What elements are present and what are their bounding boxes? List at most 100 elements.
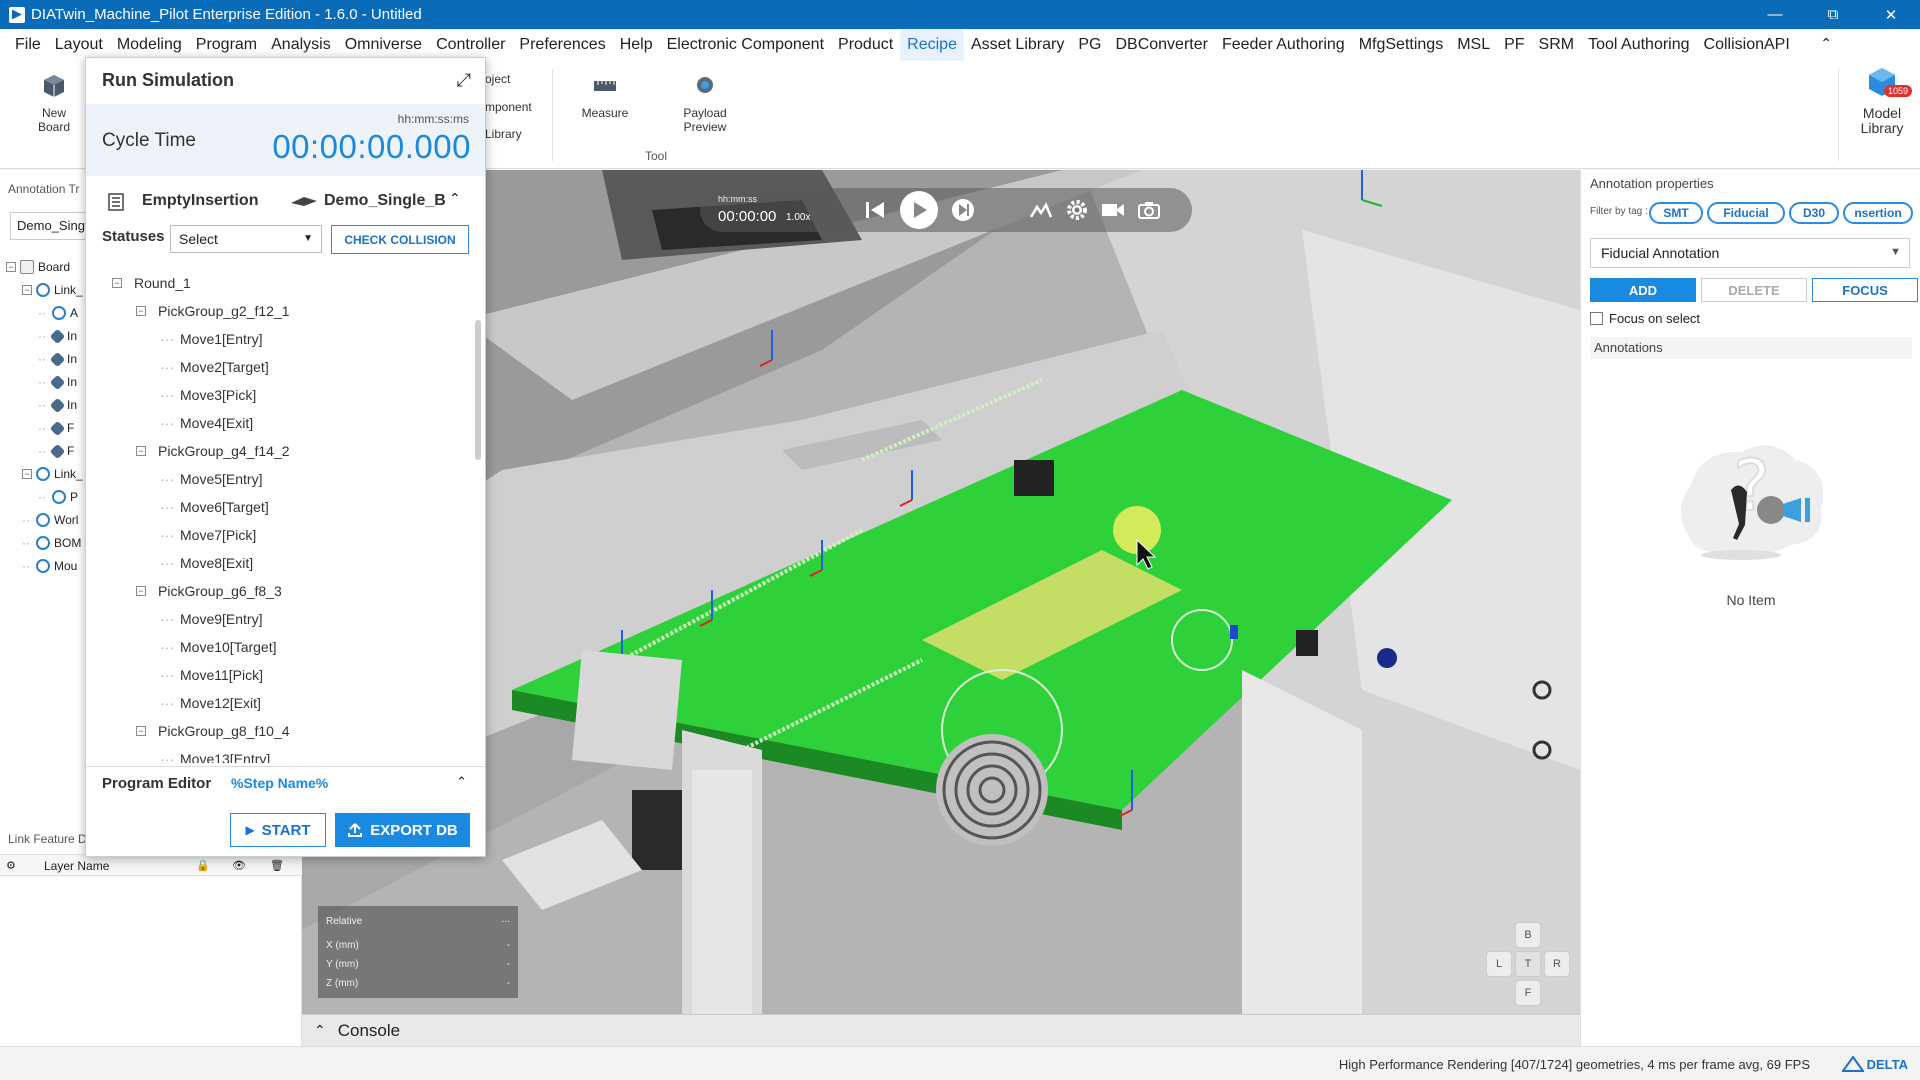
menu-file[interactable]: File bbox=[8, 29, 48, 61]
tree-item[interactable]: ·· A bbox=[38, 306, 78, 320]
step-tree-move[interactable]: ··· Move11[Pick] bbox=[160, 667, 263, 683]
tree-item[interactable]: ·· In bbox=[38, 328, 77, 344]
menu-asset-library[interactable]: Asset Library bbox=[964, 29, 1071, 61]
menu-preferences[interactable]: Preferences bbox=[512, 29, 612, 61]
export-db-button[interactable]: EXPORT DB bbox=[335, 813, 470, 847]
chevron-up-icon[interactable]: ⌃ bbox=[314, 1022, 326, 1039]
tree-item[interactable]: ·· Worl bbox=[22, 513, 78, 527]
coord-menu-dots[interactable]: ... bbox=[502, 914, 510, 925]
delete-annotation-button[interactable]: DELETE bbox=[1701, 278, 1807, 302]
tree-item[interactable]: ·· Mou bbox=[22, 559, 77, 573]
check-collision-button[interactable]: CHECK COLLISION bbox=[331, 225, 469, 254]
board-combo[interactable]: Demo_Sing bbox=[10, 212, 90, 240]
settings-button[interactable] bbox=[1062, 195, 1092, 225]
annotation-type-select[interactable]: Fiducial Annotation ▼ bbox=[1590, 238, 1910, 268]
step-tree-move[interactable]: ··· Move6[Target] bbox=[160, 499, 269, 515]
menu-feeder-authoring[interactable]: Feeder Authoring bbox=[1215, 29, 1352, 61]
chevron-up-icon[interactable]: ⌃ bbox=[449, 190, 461, 207]
menu-electronic-component[interactable]: Electronic Component bbox=[660, 29, 831, 61]
step-tree-group[interactable]: − PickGroup_g6_f8_3 bbox=[136, 583, 282, 599]
step-tree-group[interactable]: − Round_1 bbox=[112, 275, 191, 291]
add-annotation-button[interactable]: ADD bbox=[1590, 278, 1696, 302]
payload-preview-button[interactable]: Payload Preview bbox=[680, 73, 730, 134]
step-tree-move[interactable]: ··· Move2[Target] bbox=[160, 359, 269, 375]
tree-collapse-toggle[interactable]: − bbox=[136, 586, 146, 596]
tree-item[interactable]: ·· In bbox=[38, 374, 77, 390]
tag-d30[interactable]: D30 bbox=[1789, 202, 1839, 224]
menu-dbconverter[interactable]: DBConverter bbox=[1108, 29, 1214, 61]
menu-tool-authoring[interactable]: Tool Authoring bbox=[1581, 29, 1696, 61]
checkbox-box[interactable] bbox=[1590, 312, 1603, 325]
navcube-left[interactable]: L bbox=[1486, 951, 1512, 977]
navcube-right[interactable]: R bbox=[1544, 951, 1570, 977]
tag-insertion[interactable]: nsertion bbox=[1843, 202, 1913, 224]
step-tree-move[interactable]: ··· Move3[Pick] bbox=[160, 387, 256, 403]
step-tree-move[interactable]: ··· Move7[Pick] bbox=[160, 527, 256, 543]
menu-msl[interactable]: MSL bbox=[1450, 29, 1497, 61]
library-partial[interactable]: Library bbox=[485, 127, 522, 141]
step-tree-move[interactable]: ··· Move1[Entry] bbox=[160, 331, 262, 347]
playback-speed[interactable]: 1.00x bbox=[786, 212, 810, 223]
tree-item[interactable]: − Link_ bbox=[22, 283, 83, 297]
step-tree-group[interactable]: − PickGroup_g2_f12_1 bbox=[136, 303, 290, 319]
measure-button[interactable]: Measure bbox=[580, 73, 630, 120]
tree-item[interactable]: ·· P bbox=[38, 490, 78, 504]
trash-icon[interactable]: 🗑 bbox=[270, 859, 284, 872]
skip-back-button[interactable] bbox=[860, 195, 890, 225]
step-tree-group[interactable]: − PickGroup_g8_f10_4 bbox=[136, 723, 290, 739]
minimize-button[interactable]: — bbox=[1746, 0, 1804, 29]
step-tree-move[interactable]: ··· Move5[Entry] bbox=[160, 471, 262, 487]
component-partial[interactable]: mponent bbox=[485, 100, 532, 114]
navigation-cube[interactable]: B L T R F bbox=[1486, 922, 1570, 1006]
statuses-select[interactable]: Select ▼ bbox=[170, 225, 322, 253]
robot-view-button[interactable] bbox=[1026, 195, 1056, 225]
lock-icon[interactable]: 🔒 bbox=[196, 859, 210, 872]
eye-icon[interactable]: 👁 bbox=[232, 859, 246, 872]
menu-mfgsettings[interactable]: MfgSettings bbox=[1352, 29, 1450, 61]
console-bar[interactable]: ⌃ Console bbox=[302, 1014, 1580, 1046]
expand-icon[interactable]: ⤢ bbox=[457, 70, 471, 91]
tree-item[interactable]: ·· F bbox=[38, 443, 74, 459]
restore-button[interactable]: ⧉ bbox=[1804, 0, 1862, 29]
menu-pf[interactable]: PF bbox=[1497, 29, 1531, 61]
start-button[interactable]: ▶ START bbox=[230, 813, 326, 847]
tree-item[interactable]: ·· BOM bbox=[22, 536, 81, 550]
step-tree-group[interactable]: − PickGroup_g4_f14_2 bbox=[136, 443, 290, 459]
menu-recipe[interactable]: Recipe bbox=[900, 29, 964, 61]
step-forward-button[interactable] bbox=[948, 195, 978, 225]
tree-item[interactable]: ·· F bbox=[38, 420, 74, 436]
tree-item[interactable]: ·· In bbox=[38, 351, 77, 367]
menu-srm[interactable]: SRM bbox=[1532, 29, 1582, 61]
close-button[interactable]: ✕ bbox=[1862, 0, 1920, 29]
tree-collapse-toggle[interactable]: − bbox=[136, 306, 146, 316]
tree-item[interactable]: − Link_ bbox=[22, 467, 83, 481]
tree-collapse-toggle[interactable]: − bbox=[22, 285, 32, 295]
step-tree-move[interactable]: ··· Move13[Entry] bbox=[160, 751, 270, 763]
menu-help[interactable]: Help bbox=[613, 29, 660, 61]
collapse-ribbon-icon[interactable]: ⌃ bbox=[1820, 35, 1832, 52]
menu-collisionapi[interactable]: CollisionAPI bbox=[1697, 29, 1797, 61]
tree-item[interactable]: − Board bbox=[6, 260, 70, 274]
tree-item[interactable]: ·· In bbox=[38, 397, 77, 413]
focus-on-select-checkbox[interactable]: Focus on select bbox=[1590, 311, 1700, 326]
step-tree-move[interactable]: ··· Move10[Target] bbox=[160, 639, 277, 655]
project-partial[interactable]: oject bbox=[485, 72, 510, 86]
tree-collapse-toggle[interactable]: − bbox=[22, 469, 32, 479]
navcube-back[interactable]: B bbox=[1515, 922, 1541, 948]
program-name[interactable]: EmptyInsertion bbox=[142, 192, 266, 210]
step-tree-move[interactable]: ··· Move4[Exit] bbox=[160, 415, 253, 431]
screenshot-button[interactable] bbox=[1134, 195, 1164, 225]
menu-pg[interactable]: PG bbox=[1071, 29, 1108, 61]
new-board-button[interactable]: New Board bbox=[34, 73, 74, 134]
step-tree-move[interactable]: ··· Move9[Entry] bbox=[160, 611, 262, 627]
play-button[interactable] bbox=[900, 191, 938, 229]
tag-smt[interactable]: SMT bbox=[1649, 202, 1703, 224]
tree-collapse-toggle[interactable]: − bbox=[112, 278, 122, 288]
3d-viewport[interactable] bbox=[302, 170, 1580, 1014]
tree-collapse-toggle[interactable]: − bbox=[136, 726, 146, 736]
video-record-button[interactable] bbox=[1098, 195, 1128, 225]
tree-collapse-toggle[interactable]: − bbox=[136, 446, 146, 456]
focus-annotation-button[interactable]: FOCUS bbox=[1812, 278, 1918, 302]
step-tree-scrollbar[interactable] bbox=[475, 320, 481, 460]
step-tree-move[interactable]: ··· Move12[Exit] bbox=[160, 695, 261, 711]
